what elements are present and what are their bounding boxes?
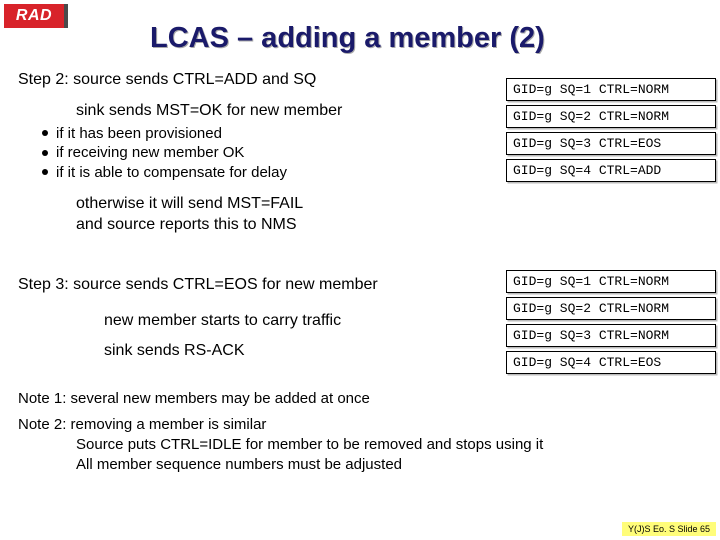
otherwise-line1: otherwise it will send MST=FAIL	[76, 194, 710, 215]
message-box: GID=g SQ=1 CTRL=NORM	[506, 270, 716, 293]
note-2-body: Source puts CTRL=IDLE for member to be r…	[76, 435, 543, 476]
step3-message-boxes: GID=g SQ=1 CTRL=NORM GID=g SQ=2 CTRL=NOR…	[506, 270, 716, 378]
message-box: GID=g SQ=3 CTRL=NORM	[506, 324, 716, 347]
note-2-heading: Note 2: removing a member is similar	[18, 416, 543, 433]
bullet-icon	[42, 150, 48, 156]
message-box: GID=g SQ=2 CTRL=NORM	[506, 105, 716, 128]
step2-otherwise: otherwise it will send MST=FAIL and sour…	[76, 194, 710, 236]
brand-logo: RAD	[4, 4, 68, 28]
footer-slide-number: Y(J)S Eo. S Slide 65	[622, 522, 716, 536]
message-box: GID=g SQ=4 CTRL=ADD	[506, 159, 716, 182]
otherwise-line2: and source reports this to NMS	[76, 215, 710, 236]
bullet-text: if it is able to compensate for delay	[56, 163, 287, 183]
note-2: Note 2: removing a member is similar Sou…	[18, 416, 543, 476]
bullet-text: if it has been provisioned	[56, 124, 222, 144]
message-box: GID=g SQ=3 CTRL=EOS	[506, 132, 716, 155]
message-box: GID=g SQ=2 CTRL=NORM	[506, 297, 716, 320]
step3-line2: sink sends RS-ACK	[104, 336, 341, 366]
step2-message-boxes: GID=g SQ=1 CTRL=NORM GID=g SQ=2 CTRL=NOR…	[506, 78, 716, 186]
note-2-line2: All member sequence numbers must be adju…	[76, 455, 543, 475]
bullet-icon	[42, 169, 48, 175]
step3-line1: new member starts to carry traffic	[104, 306, 341, 336]
bullet-text: if receiving new member OK	[56, 143, 244, 163]
step3-body: new member starts to carry traffic sink …	[104, 306, 341, 367]
note-2-line1: Source puts CTRL=IDLE for member to be r…	[76, 435, 543, 455]
message-box: GID=g SQ=1 CTRL=NORM	[506, 78, 716, 101]
step3-heading: Step 3: source sends CTRL=EOS for new me…	[18, 276, 378, 294]
bullet-icon	[42, 130, 48, 136]
slide-title: LCAS – adding a member (2)	[150, 22, 545, 55]
message-box: GID=g SQ=4 CTRL=EOS	[506, 351, 716, 374]
note-1: Note 1: several new members may be added…	[18, 390, 370, 407]
